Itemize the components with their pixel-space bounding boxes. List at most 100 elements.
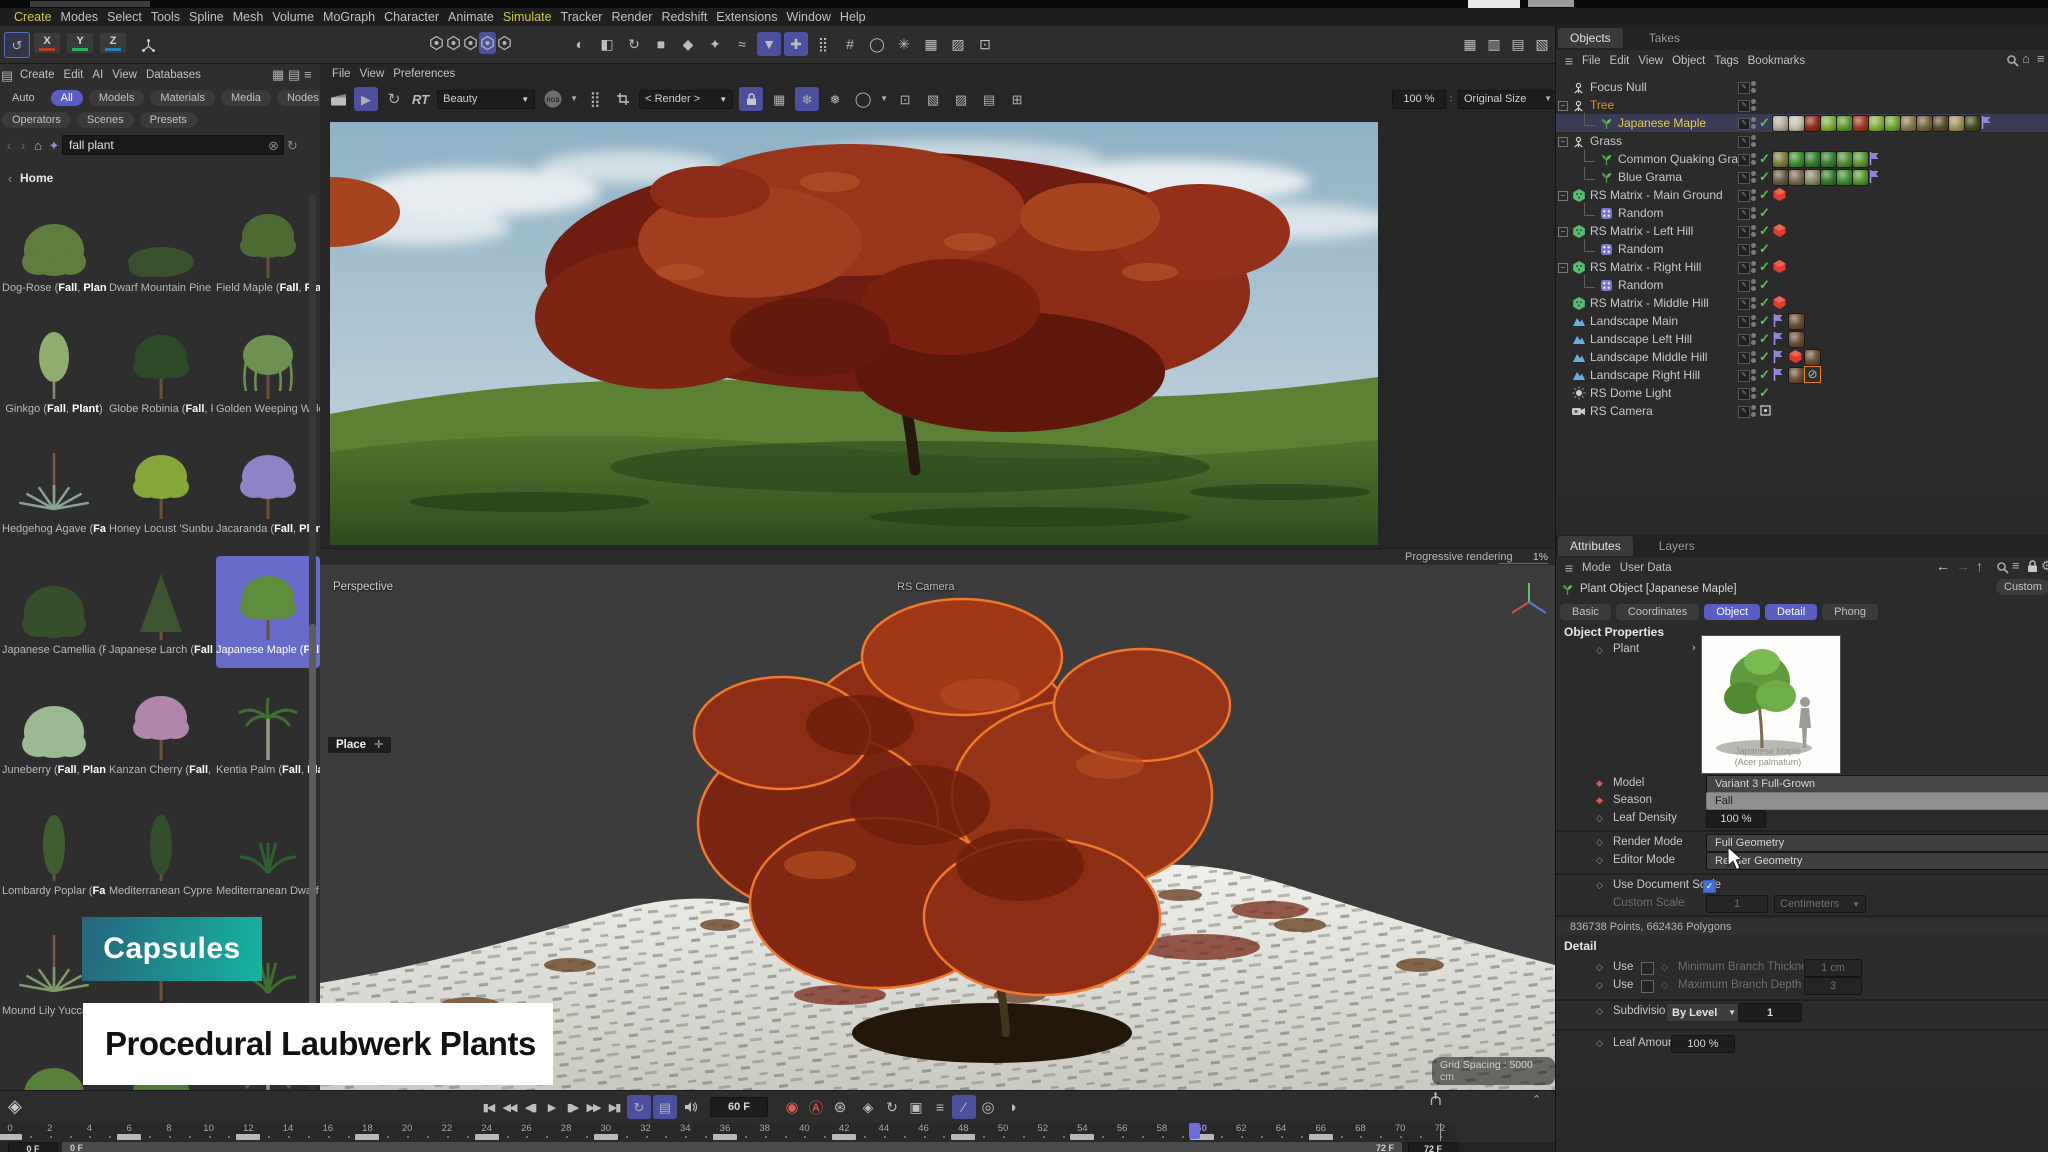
- material-icon[interactable]: ◆: [676, 32, 700, 56]
- render-settings-icon[interactable]: ■: [649, 32, 673, 56]
- menu-simulate[interactable]: Simulate: [503, 10, 552, 24]
- content-browser-icon[interactable]: ▧: [1530, 32, 1554, 56]
- annotation-tag-icon[interactable]: [1772, 331, 1784, 349]
- enabled-check-icon[interactable]: ✓: [1759, 223, 1770, 239]
- expand-toggle-icon[interactable]: −: [1558, 263, 1568, 273]
- om-menu-edit[interactable]: Edit: [1610, 55, 1630, 67]
- visibility-toggle[interactable]: ✎: [1738, 190, 1750, 202]
- asset-dwarf-mountain-pine[interactable]: Dwarf Mountain Pine (...: [109, 194, 213, 306]
- attr-menu-mode[interactable]: Mode: [1582, 562, 1611, 574]
- material-swatch[interactable]: [1788, 331, 1805, 348]
- om-menu-file[interactable]: File: [1582, 55, 1601, 67]
- material-swatch[interactable]: [1836, 169, 1853, 186]
- ruler-keyframe-marker[interactable]: [0, 1134, 22, 1140]
- tree-row-landscape-middle-hill[interactable]: Landscape Middle Hill✎✓: [1556, 348, 2048, 366]
- visibility-toggle[interactable]: ✎: [1738, 172, 1750, 184]
- magic-icon[interactable]: ✦: [703, 32, 727, 56]
- rgb-dropdown-icon[interactable]: ▼: [569, 87, 579, 111]
- tree-row-rs-matrix-middle-hill[interactable]: RS Matrix - Middle Hill✎✓: [1556, 294, 2048, 312]
- zoom-stepper[interactable]: ∶: [1446, 95, 1456, 104]
- axis-z-button[interactable]: Z: [100, 33, 126, 53]
- material-swatch[interactable]: [1788, 367, 1805, 384]
- snapshot-icon[interactable]: ❄: [795, 87, 819, 111]
- visibility-toggle[interactable]: ✎: [1738, 136, 1750, 148]
- attr-filter-icon[interactable]: ≡: [2012, 559, 2020, 572]
- dot-grid-icon[interactable]: ⣿: [811, 32, 835, 56]
- material-swatch[interactable]: [1852, 169, 1869, 186]
- subdivision-field[interactable]: 1: [1738, 1003, 1802, 1022]
- capsule-curve-icon[interactable]: [462, 32, 479, 54]
- tree-row-japanese-maple[interactable]: Japanese Maple✎✓: [1556, 114, 2048, 132]
- editor-render-dots[interactable]: [1751, 189, 1756, 203]
- enabled-check-icon[interactable]: ✓: [1759, 187, 1770, 203]
- key-parameter-toggle[interactable]: ≡: [928, 1095, 952, 1119]
- editor-render-dots[interactable]: [1751, 351, 1756, 365]
- history-image-icon[interactable]: ▤: [977, 87, 1001, 111]
- axis-x-button[interactable]: X: [34, 33, 60, 53]
- enabled-check-icon[interactable]: ✓: [1759, 367, 1770, 383]
- tab-takes[interactable]: Takes: [1637, 28, 1692, 48]
- use-min-branch-checkbox[interactable]: [1641, 962, 1654, 975]
- annotation-tag-icon[interactable]: [1772, 313, 1784, 331]
- material-swatch[interactable]: [1772, 115, 1789, 132]
- preview-range-slider[interactable]: 0 F72 F: [62, 1142, 1402, 1152]
- range-end-field[interactable]: 72 F: [1408, 1142, 1458, 1152]
- material-swatch[interactable]: [1932, 115, 1949, 132]
- viewer-zoom-field[interactable]: 100 %: [1392, 90, 1446, 109]
- om-menu-bookmarks[interactable]: Bookmarks: [1748, 55, 1806, 67]
- asset-hedgehog-agave-fall[interactable]: Hedgehog Agave (Fall...: [2, 435, 106, 547]
- visibility-toggle[interactable]: ✎: [1738, 100, 1750, 112]
- visibility-toggle[interactable]: ✎: [1738, 316, 1750, 328]
- menu-tracker[interactable]: Tracker: [561, 10, 603, 24]
- ruler-keyframe-marker[interactable]: [355, 1134, 379, 1140]
- snapshot-b-icon[interactable]: ❅: [823, 87, 847, 111]
- editor-render-dots[interactable]: [1751, 405, 1756, 419]
- asset-golden-weeping-willo[interactable]: Golden Weeping Willo...: [216, 315, 320, 427]
- attr-menu-userdata[interactable]: User Data: [1620, 562, 1672, 574]
- attr-search-icon[interactable]: [1996, 561, 2009, 574]
- material-swatch[interactable]: [1804, 151, 1821, 168]
- visibility-toggle[interactable]: ✎: [1738, 244, 1750, 256]
- om-menu-tags[interactable]: Tags: [1714, 55, 1738, 67]
- enabled-check-icon[interactable]: ✓: [1759, 259, 1770, 275]
- editor-render-dots[interactable]: [1751, 369, 1756, 383]
- plant-expand-icon[interactable]: ›: [1692, 643, 1696, 654]
- model-dropdown[interactable]: Variant 3 Full-Grown: [1706, 775, 2048, 793]
- asset-mediterranean-cypres[interactable]: Mediterranean Cypres...: [109, 797, 213, 909]
- menu-modes[interactable]: Modes: [61, 10, 99, 24]
- simulate-icon[interactable]: ≈: [730, 32, 754, 56]
- capsule-pin-icon[interactable]: [445, 32, 462, 54]
- record-keyframe-button[interactable]: ◉: [780, 1095, 804, 1119]
- menu-animate[interactable]: Animate: [448, 10, 494, 24]
- rt-label[interactable]: RT: [412, 93, 429, 106]
- play-render-icon[interactable]: ▶: [354, 87, 378, 111]
- visibility-toggle[interactable]: ✎: [1738, 118, 1750, 130]
- visibility-toggle[interactable]: ✎: [1738, 262, 1750, 274]
- visibility-toggle[interactable]: ✎: [1738, 82, 1750, 94]
- tree-row-blue-grama[interactable]: Blue Grama✎✓: [1556, 168, 2048, 186]
- attr-gear-icon[interactable]: ⚙: [2041, 559, 2048, 572]
- visibility-toggle[interactable]: ✎: [1738, 352, 1750, 364]
- viewer-size-dropdown[interactable]: Original Size▼: [1458, 90, 1558, 109]
- coordinate-system-icon[interactable]: [136, 33, 160, 57]
- redshift-material-icon[interactable]: [1772, 223, 1787, 241]
- key-scale-toggle[interactable]: ▣: [904, 1095, 928, 1119]
- next-key-button[interactable]: ▶▶: [583, 1095, 603, 1119]
- tree-row-landscape-right-hill[interactable]: Landscape Right Hill✎✓⊘: [1556, 366, 2048, 384]
- material-swatch[interactable]: [1788, 151, 1805, 168]
- attr-tab-object[interactable]: Object: [1704, 604, 1760, 620]
- grid-icon[interactable]: #: [838, 32, 862, 56]
- playhead[interactable]: [1189, 1123, 1200, 1139]
- editor-render-dots[interactable]: [1751, 153, 1756, 167]
- om-menu-view[interactable]: View: [1638, 55, 1663, 67]
- material-swatch[interactable]: [1948, 115, 1965, 132]
- autokey-button[interactable]: Ⓐ: [804, 1095, 828, 1119]
- ruler-keyframe-marker[interactable]: [594, 1134, 618, 1140]
- enabled-check-icon[interactable]: ✓: [1759, 313, 1770, 329]
- play-range-toggle[interactable]: ▤: [653, 1095, 677, 1119]
- goto-start-button[interactable]: ▮◀: [478, 1095, 498, 1119]
- viewport-label[interactable]: Perspective: [333, 581, 393, 593]
- material-swatch[interactable]: [1772, 169, 1789, 186]
- tab-objects[interactable]: Objects: [1558, 28, 1623, 48]
- annotation-tag-icon[interactable]: [1868, 169, 1880, 187]
